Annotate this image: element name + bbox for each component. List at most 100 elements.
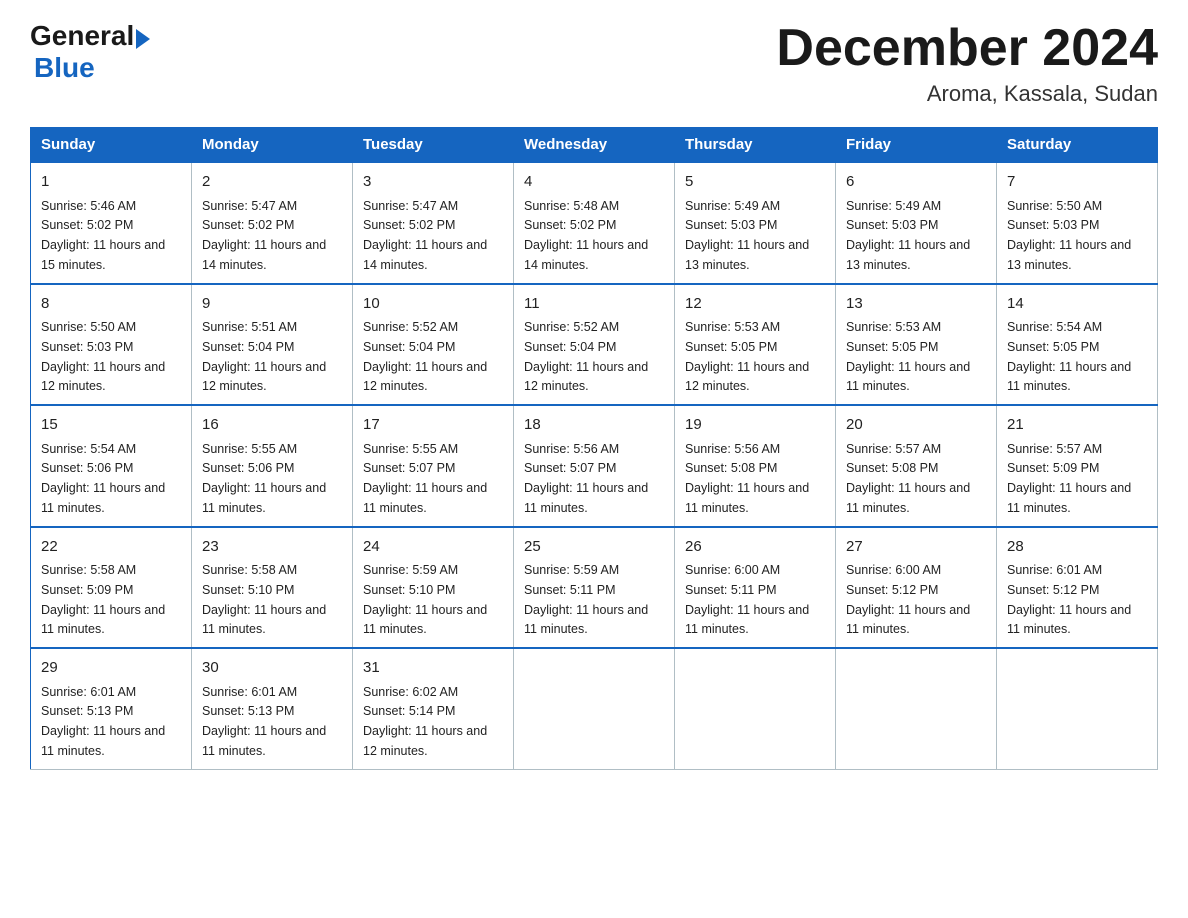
day-sunrise: Sunrise: 5:56 AM [524,442,619,456]
calendar-header-row: SundayMondayTuesdayWednesdayThursdayFrid… [31,128,1158,163]
day-sunrise: Sunrise: 5:58 AM [41,563,136,577]
calendar-cell: 17 Sunrise: 5:55 AM Sunset: 5:07 PM Dayl… [353,405,514,527]
logo-general-text: General [30,20,134,52]
day-sunrise: Sunrise: 5:46 AM [41,199,136,213]
day-daylight: Daylight: 11 hours and 11 minutes. [685,603,809,637]
day-number: 13 [846,293,986,316]
day-sunrise: Sunrise: 5:55 AM [363,442,458,456]
calendar-cell: 12 Sunrise: 5:53 AM Sunset: 5:05 PM Dayl… [675,284,836,406]
calendar-cell: 22 Sunrise: 5:58 AM Sunset: 5:09 PM Dayl… [31,527,192,649]
day-sunrise: Sunrise: 6:00 AM [685,563,780,577]
day-daylight: Daylight: 11 hours and 11 minutes. [41,481,165,515]
day-sunrise: Sunrise: 5:52 AM [524,320,619,334]
day-number: 21 [1007,414,1147,437]
day-number: 12 [685,293,825,316]
day-number: 20 [846,414,986,437]
day-daylight: Daylight: 11 hours and 11 minutes. [363,603,487,637]
calendar-cell: 30 Sunrise: 6:01 AM Sunset: 5:13 PM Dayl… [192,648,353,769]
calendar-cell: 13 Sunrise: 5:53 AM Sunset: 5:05 PM Dayl… [836,284,997,406]
calendar-table: SundayMondayTuesdayWednesdayThursdayFrid… [30,127,1158,770]
day-sunset: Sunset: 5:08 PM [846,461,938,475]
day-sunset: Sunset: 5:12 PM [1007,583,1099,597]
day-number: 28 [1007,536,1147,559]
calendar-week-row: 1 Sunrise: 5:46 AM Sunset: 5:02 PM Dayli… [31,162,1158,284]
day-sunrise: Sunrise: 5:54 AM [1007,320,1102,334]
calendar-cell: 7 Sunrise: 5:50 AM Sunset: 5:03 PM Dayli… [997,162,1158,284]
day-sunset: Sunset: 5:14 PM [363,704,455,718]
day-number: 10 [363,293,503,316]
calendar-week-row: 22 Sunrise: 5:58 AM Sunset: 5:09 PM Dayl… [31,527,1158,649]
calendar-cell: 23 Sunrise: 5:58 AM Sunset: 5:10 PM Dayl… [192,527,353,649]
day-number: 17 [363,414,503,437]
day-number: 18 [524,414,664,437]
calendar-cell: 27 Sunrise: 6:00 AM Sunset: 5:12 PM Dayl… [836,527,997,649]
calendar-cell: 1 Sunrise: 5:46 AM Sunset: 5:02 PM Dayli… [31,162,192,284]
calendar-cell: 9 Sunrise: 5:51 AM Sunset: 5:04 PM Dayli… [192,284,353,406]
calendar-cell: 26 Sunrise: 6:00 AM Sunset: 5:11 PM Dayl… [675,527,836,649]
calendar-cell [836,648,997,769]
day-daylight: Daylight: 11 hours and 11 minutes. [202,724,326,758]
day-daylight: Daylight: 11 hours and 11 minutes. [524,481,648,515]
day-daylight: Daylight: 11 hours and 11 minutes. [363,481,487,515]
day-sunset: Sunset: 5:07 PM [363,461,455,475]
calendar-cell: 3 Sunrise: 5:47 AM Sunset: 5:02 PM Dayli… [353,162,514,284]
day-sunrise: Sunrise: 5:53 AM [685,320,780,334]
day-daylight: Daylight: 11 hours and 12 minutes. [685,360,809,394]
day-number: 29 [41,657,181,680]
day-number: 9 [202,293,342,316]
day-sunrise: Sunrise: 6:01 AM [202,685,297,699]
day-daylight: Daylight: 11 hours and 11 minutes. [202,603,326,637]
day-daylight: Daylight: 11 hours and 12 minutes. [363,360,487,394]
header-saturday: Saturday [997,128,1158,163]
day-number: 8 [41,293,181,316]
day-sunset: Sunset: 5:09 PM [41,583,133,597]
day-sunset: Sunset: 5:13 PM [202,704,294,718]
day-daylight: Daylight: 11 hours and 13 minutes. [685,238,809,272]
day-number: 30 [202,657,342,680]
day-sunset: Sunset: 5:09 PM [1007,461,1099,475]
calendar-cell: 5 Sunrise: 5:49 AM Sunset: 5:03 PM Dayli… [675,162,836,284]
day-number: 31 [363,657,503,680]
day-daylight: Daylight: 11 hours and 11 minutes. [1007,603,1131,637]
calendar-week-row: 15 Sunrise: 5:54 AM Sunset: 5:06 PM Dayl… [31,405,1158,527]
day-sunrise: Sunrise: 5:56 AM [685,442,780,456]
day-number: 27 [846,536,986,559]
day-sunrise: Sunrise: 5:50 AM [41,320,136,334]
day-sunset: Sunset: 5:13 PM [41,704,133,718]
day-sunset: Sunset: 5:02 PM [202,218,294,232]
calendar-cell: 4 Sunrise: 5:48 AM Sunset: 5:02 PM Dayli… [514,162,675,284]
day-daylight: Daylight: 11 hours and 11 minutes. [202,481,326,515]
day-number: 1 [41,171,181,194]
day-number: 16 [202,414,342,437]
day-sunrise: Sunrise: 5:53 AM [846,320,941,334]
day-number: 24 [363,536,503,559]
calendar-cell: 10 Sunrise: 5:52 AM Sunset: 5:04 PM Dayl… [353,284,514,406]
day-sunrise: Sunrise: 5:47 AM [202,199,297,213]
day-sunset: Sunset: 5:10 PM [363,583,455,597]
day-number: 19 [685,414,825,437]
day-sunset: Sunset: 5:04 PM [202,340,294,354]
calendar-cell: 31 Sunrise: 6:02 AM Sunset: 5:14 PM Dayl… [353,648,514,769]
day-sunrise: Sunrise: 5:59 AM [363,563,458,577]
header-wednesday: Wednesday [514,128,675,163]
day-number: 2 [202,171,342,194]
day-number: 3 [363,171,503,194]
day-daylight: Daylight: 11 hours and 13 minutes. [846,238,970,272]
header-tuesday: Tuesday [353,128,514,163]
calendar-cell: 29 Sunrise: 6:01 AM Sunset: 5:13 PM Dayl… [31,648,192,769]
day-sunset: Sunset: 5:12 PM [846,583,938,597]
day-number: 14 [1007,293,1147,316]
calendar-title: December 2024 [776,20,1158,77]
day-sunset: Sunset: 5:06 PM [202,461,294,475]
day-sunrise: Sunrise: 5:58 AM [202,563,297,577]
day-sunrise: Sunrise: 5:59 AM [524,563,619,577]
calendar-week-row: 29 Sunrise: 6:01 AM Sunset: 5:13 PM Dayl… [31,648,1158,769]
day-daylight: Daylight: 11 hours and 11 minutes. [685,481,809,515]
day-sunrise: Sunrise: 6:01 AM [41,685,136,699]
day-daylight: Daylight: 11 hours and 11 minutes. [524,603,648,637]
calendar-cell: 28 Sunrise: 6:01 AM Sunset: 5:12 PM Dayl… [997,527,1158,649]
day-sunset: Sunset: 5:04 PM [363,340,455,354]
day-daylight: Daylight: 11 hours and 14 minutes. [524,238,648,272]
day-number: 25 [524,536,664,559]
day-sunrise: Sunrise: 5:47 AM [363,199,458,213]
